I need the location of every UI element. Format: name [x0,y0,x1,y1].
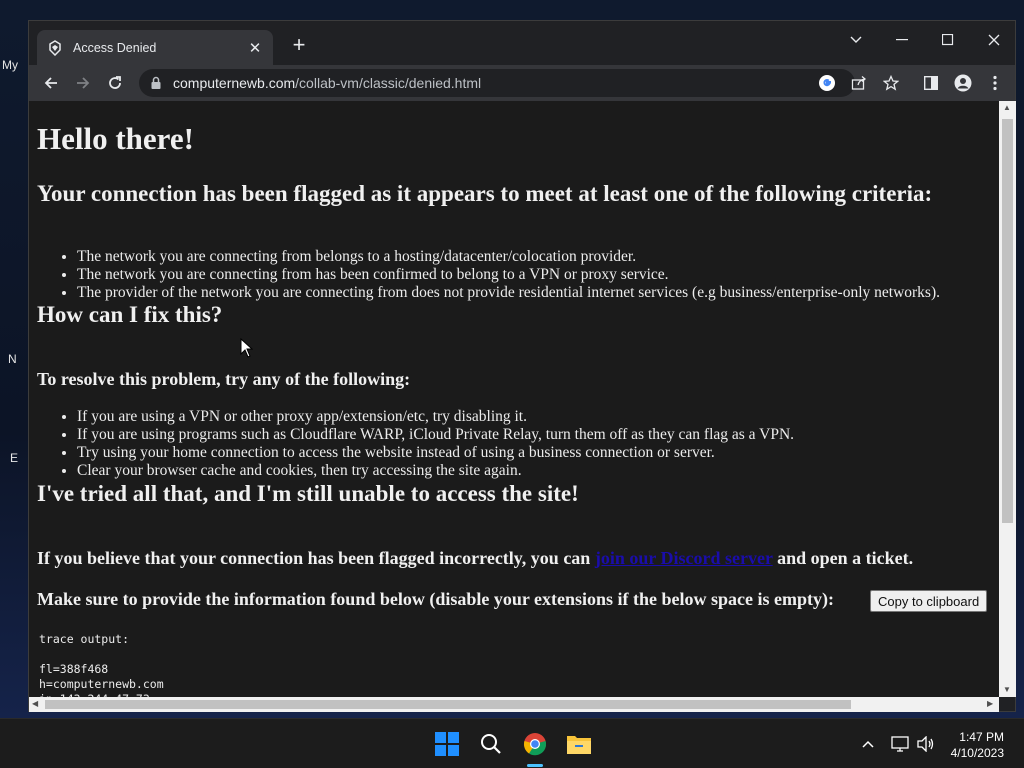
active-app-indicator [527,764,543,767]
forward-icon[interactable] [69,69,97,97]
scroll-up-icon[interactable]: ▲ [1003,103,1011,112]
desktop-icon-label[interactable]: N [8,352,17,366]
show-hidden-icons-icon[interactable] [853,728,883,760]
minimize-icon[interactable] [879,25,925,55]
volume-icon[interactable] [913,728,939,760]
favicon-icon [49,39,61,56]
list-item: The network you are connecting from belo… [77,248,940,266]
believe-prefix: If you believe that your connection has … [37,548,595,568]
list-item: The network you are connecting from has … [77,266,940,284]
tab-close-icon[interactable]: ✕ [247,39,263,57]
maximize-icon[interactable] [925,25,971,55]
scroll-thumb[interactable] [45,700,851,709]
page-content: Hello there! Your connection has been fl… [29,101,999,697]
list-item: Try using your home connection to access… [77,444,794,462]
file-explorer-icon[interactable] [563,728,595,760]
close-window-icon[interactable] [971,25,1017,55]
google-lens-icon[interactable] [817,73,837,93]
tab-strip: Access Denied ✕ + [29,21,1015,65]
scroll-right-icon[interactable]: ▶ [987,699,993,708]
scroll-left-icon[interactable]: ◀ [32,699,38,708]
network-icon[interactable] [887,728,913,760]
believe-suffix: and open a ticket. [772,548,914,568]
criteria-list: The network you are connecting from belo… [77,248,940,302]
new-tab-icon[interactable]: + [287,34,311,58]
menu-icon[interactable] [985,73,1005,93]
copy-to-clipboard-button[interactable]: Copy to clipboard [870,590,988,612]
vertical-scrollbar[interactable]: ▲ ▼ [999,101,1016,697]
tab-access-denied[interactable]: Access Denied ✕ [37,30,273,65]
taskbar: 1:47 PM 4/10/2023 [0,718,1024,768]
clock-time: 1:47 PM [959,730,1004,744]
mouse-cursor-icon [240,338,253,358]
provide-info-text: Make sure to provide the information fou… [37,589,835,609]
back-icon[interactable] [37,69,65,97]
list-item: If you are using a VPN or other proxy ap… [77,408,794,426]
lock-icon[interactable] [149,76,163,90]
browser-toolbar: computernewb.com/collab-vm/classic/denie… [29,65,1015,101]
criteria-heading: Your connection has been flagged as it a… [37,181,933,206]
scroll-thumb[interactable] [1002,119,1013,523]
tab-search-icon[interactable] [833,25,879,55]
trace-output: trace output: fl=388f468 h=computernewb.… [39,632,164,697]
scroll-down-icon[interactable]: ▼ [1003,685,1011,694]
share-icon[interactable] [849,73,869,93]
address-bar[interactable]: computernewb.com/collab-vm/classic/denie… [139,69,855,97]
fixes-list: If you are using a VPN or other proxy ap… [77,408,794,480]
resolve-heading: To resolve this problem, try any of the … [37,369,411,389]
taskbar-clock[interactable]: 1:47 PM 4/10/2023 [951,729,1004,761]
reload-icon[interactable] [101,69,129,97]
page-heading: Hello there! [37,121,194,156]
desktop-icon-label[interactable]: My [2,58,18,72]
search-icon[interactable] [475,728,507,760]
list-item: The provider of the network you are conn… [77,284,940,302]
browser-window: Access Denied ✕ + computernewb.com/colla… [28,20,1016,712]
list-item: If you are using programs such as Cloudf… [77,426,794,444]
side-panel-icon[interactable] [921,73,941,93]
fix-heading: How can I fix this? [37,302,223,327]
tab-title: Access Denied [73,40,157,55]
discord-link[interactable]: join our Discord server [595,548,773,568]
bookmark-star-icon[interactable] [881,73,901,93]
list-item: Clear your browser cache and cookies, th… [77,462,794,480]
start-icon[interactable] [431,728,463,760]
tried-heading: I've tried all that, and I'm still unabl… [37,481,579,506]
clock-date: 4/10/2023 [950,746,1004,760]
horizontal-scrollbar[interactable]: ◀ ▶ [29,697,999,712]
desktop-icon-label[interactable]: E [10,451,18,465]
profile-icon[interactable] [953,73,973,93]
chrome-icon[interactable] [519,728,551,760]
url-text: computernewb.com/collab-vm/classic/denie… [173,75,482,91]
believe-text: If you believe that your connection has … [37,548,913,569]
